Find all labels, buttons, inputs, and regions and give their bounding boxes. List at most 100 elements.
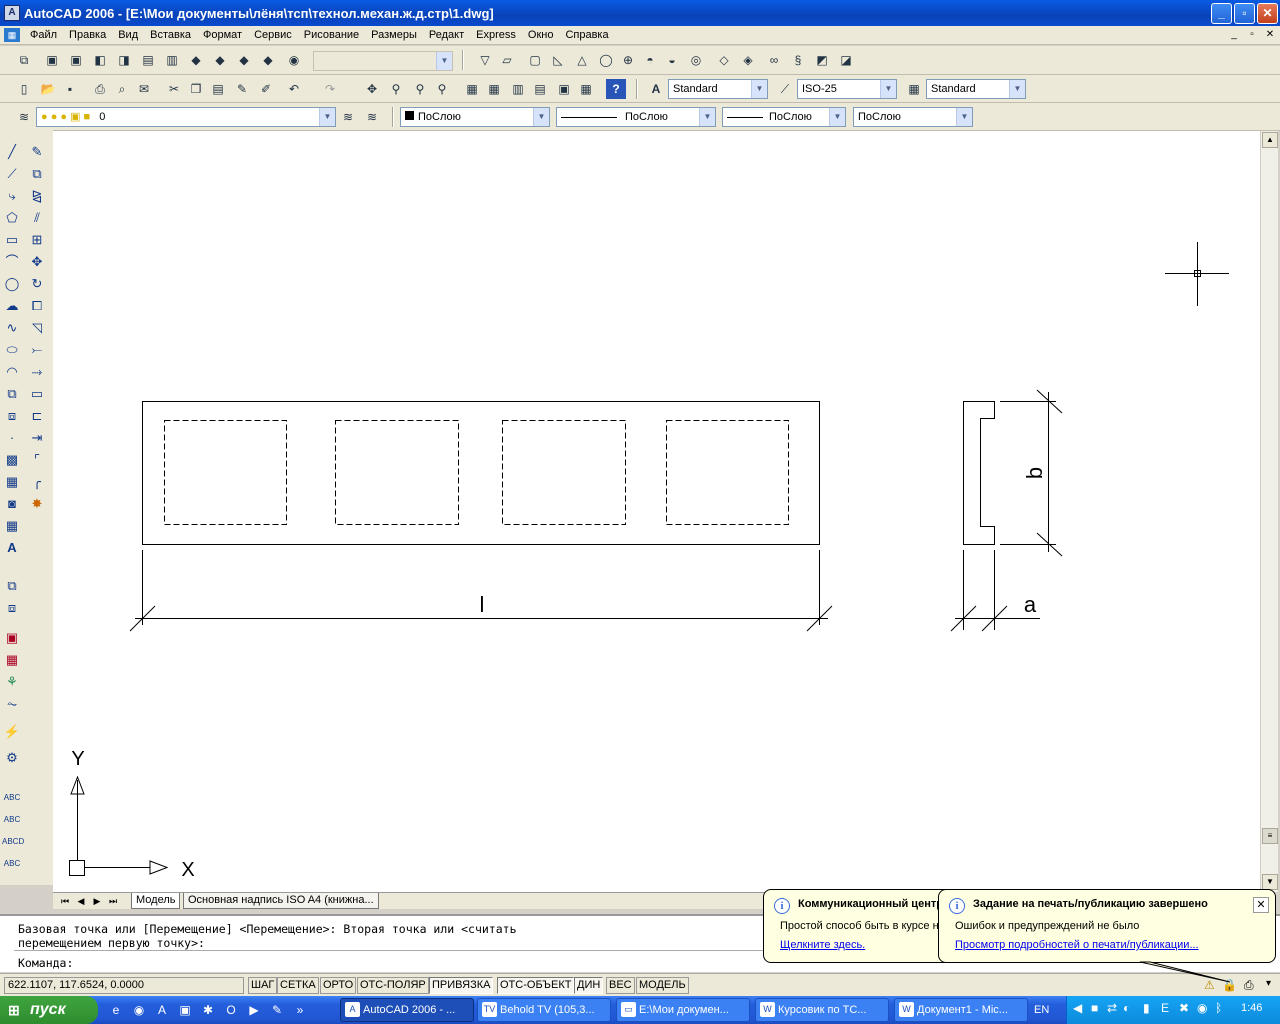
wedge-icon[interactable]: ◺	[548, 50, 568, 70]
start-button[interactable]: ⊞ пуск	[0, 996, 98, 1024]
coordinates-display[interactable]: 622.1107, 117.6524, 0.0000	[4, 977, 244, 994]
menu-dimension[interactable]: Размеры	[365, 29, 423, 41]
tab-next-icon[interactable]: ▶	[89, 894, 105, 908]
otrack-toggle[interactable]: ОТС-ОБЪЕКТ	[497, 977, 575, 994]
trim-icon[interactable]: ⤚	[27, 340, 47, 360]
iso-nw-icon[interactable]: ◆	[258, 50, 278, 70]
array-icon[interactable]: ⊞	[27, 230, 47, 250]
ellipse-arc-icon[interactable]: ◠	[2, 362, 22, 382]
text-style-icon[interactable]: A	[646, 79, 666, 99]
language-indicator[interactable]: EN	[1034, 1001, 1049, 1019]
draworder-icon[interactable]: ⧉	[2, 576, 22, 596]
box-icon[interactable]: ▢	[525, 50, 545, 70]
hatch-icon[interactable]: ▩	[2, 450, 22, 470]
print-balloon-link[interactable]: Просмотр подробностей о печати/публикаци…	[955, 939, 1199, 951]
rectangle-icon[interactable]: ▭	[2, 230, 22, 250]
menu-draw[interactable]: Рисование	[298, 29, 365, 41]
task-autocad[interactable]: A AutoCAD 2006 - ...	[340, 998, 474, 1022]
ortho-toggle[interactable]: ОРТО	[320, 977, 357, 994]
mdi-restore-button[interactable]: ▫	[1244, 28, 1260, 42]
print-complete-balloon[interactable]: i Задание на печать/публикацию завершено…	[938, 889, 1276, 963]
camera-icon[interactable]: ◉	[284, 50, 304, 70]
dome-icon[interactable]: ◓	[640, 50, 660, 70]
drawing-canvas[interactable]: l a b X Y	[53, 131, 1260, 892]
polyline-icon[interactable]: ⤷	[2, 186, 22, 206]
copy-object-icon[interactable]: ⧉	[27, 164, 47, 184]
tab-first-icon[interactable]: ⏮	[57, 894, 73, 908]
task-explorer[interactable]: ▭ E:\Мои докумен...	[616, 998, 750, 1022]
color-combo[interactable]: ПоСлою ▼	[400, 107, 550, 127]
table-icon[interactable]: ▦	[2, 516, 22, 536]
slice-icon[interactable]: §	[788, 50, 808, 70]
break-at-point-icon[interactable]: ⊏	[27, 406, 47, 426]
dim-style-icon[interactable]: ⟋	[775, 79, 795, 99]
menu-help[interactable]: Справка	[559, 29, 614, 41]
view-left-icon[interactable]: ◧	[90, 50, 110, 70]
plotstyle-combo[interactable]: ПоСлою ▼	[853, 107, 973, 127]
ellipse-icon[interactable]: ⬭	[2, 340, 22, 360]
layer-combo[interactable]: ● ● ● ▣ ■ 0 ▼	[36, 107, 336, 127]
named-views-combo[interactable]: ▼	[313, 51, 453, 71]
snap-toggle[interactable]: ШАГ	[248, 977, 278, 994]
construction-line-icon[interactable]: ⟋	[2, 164, 22, 184]
menu-tools[interactable]: Сервис	[248, 29, 298, 41]
line-tool-icon[interactable]: ╱	[2, 142, 22, 162]
minimize-button[interactable]: _	[1211, 3, 1232, 24]
pan-icon[interactable]: ✥	[362, 79, 382, 99]
print-preview-icon[interactable]: ⌕	[112, 79, 132, 99]
linetype-combo[interactable]: ПоСлою ▼	[556, 107, 716, 127]
interfere-icon[interactable]: ◪	[836, 50, 856, 70]
autocad-app-icon[interactable]: A	[4, 5, 20, 21]
table-style-icon[interactable]: ▦	[904, 79, 924, 99]
image-icon[interactable]: ▦	[2, 650, 22, 670]
quicklaunch-app-icon[interactable]: ◉	[130, 1001, 148, 1019]
text-style-combo[interactable]: Standard ▼	[668, 79, 768, 99]
scale-icon[interactable]: ⧠	[27, 296, 47, 316]
quicklaunch-opera-icon[interactable]: O	[222, 1001, 240, 1019]
region-icon[interactable]: ◙	[2, 494, 22, 514]
insert-block-icon[interactable]: ⧉	[2, 384, 22, 404]
task-behold-tv[interactable]: TV Behold TV (105,3...	[477, 998, 611, 1022]
mdi-close-button[interactable]: ✕	[1262, 28, 1278, 42]
tray-bluetooth-icon[interactable]: ᛒ	[1215, 1001, 1222, 1015]
iso-ne-icon[interactable]: ◆	[234, 50, 254, 70]
tray-volume-icon[interactable]: ◐	[1123, 1001, 1130, 1015]
design-center-icon[interactable]: ▦	[484, 79, 504, 99]
cut-icon[interactable]: ✂	[164, 79, 184, 99]
lwt-toggle[interactable]: ВЕС	[606, 977, 635, 994]
copy-icon[interactable]: ❐	[186, 79, 206, 99]
mirror-icon[interactable]: ⧎	[27, 186, 47, 206]
join-icon[interactable]: ⇥	[27, 428, 47, 448]
menu-modify[interactable]: Редакт	[423, 29, 470, 41]
new-file-icon[interactable]: ▯	[14, 79, 34, 99]
quicklaunch-media-icon[interactable]: ▣	[176, 1001, 194, 1019]
tray-signal-icon[interactable]: ▮	[1143, 1001, 1150, 1015]
tray-antivirus-icon[interactable]: ✖	[1179, 1001, 1189, 1015]
iso-sw-icon[interactable]: ◆	[186, 50, 206, 70]
view-bottom-icon[interactable]: ▣	[66, 50, 86, 70]
publish-icon[interactable]: ✉	[134, 79, 154, 99]
table-style-combo[interactable]: Standard ▼	[926, 79, 1026, 99]
tray-app-icon[interactable]: ◉	[1197, 1001, 1207, 1015]
osnap-toggle[interactable]: ПРИВЯЗКА	[429, 977, 494, 994]
save-icon[interactable]: ▪	[60, 79, 80, 99]
layer-manager-icon[interactable]: ≋	[14, 107, 34, 127]
mtext-icon[interactable]: A	[2, 538, 22, 558]
sphere-icon[interactable]: ◯	[596, 50, 616, 70]
markup-icon[interactable]: ▣	[554, 79, 574, 99]
spline-icon[interactable]: ∿	[2, 318, 22, 338]
text-fit-icon[interactable]: ABC	[2, 788, 22, 808]
print-icon[interactable]: ⎙	[90, 79, 110, 99]
move-icon[interactable]: ✥	[27, 252, 47, 272]
scroll-thumb[interactable]: ≡	[1262, 828, 1278, 844]
task-word-kursovik[interactable]: W Курсовик по ТС...	[755, 998, 889, 1022]
gradient-icon[interactable]: ▦	[2, 472, 22, 492]
menu-format[interactable]: Формат	[197, 29, 248, 41]
circle-icon[interactable]: ◯	[2, 274, 22, 294]
quicklaunch-ie-icon[interactable]: e	[107, 1001, 125, 1019]
quicklaunch-autocad-icon[interactable]: A	[153, 1001, 171, 1019]
globe-icon[interactable]: ⊕	[618, 50, 638, 70]
menu-express[interactable]: Express	[470, 29, 522, 41]
cone-icon[interactable]: △	[572, 50, 592, 70]
menu-window[interactable]: Окно	[522, 29, 560, 41]
